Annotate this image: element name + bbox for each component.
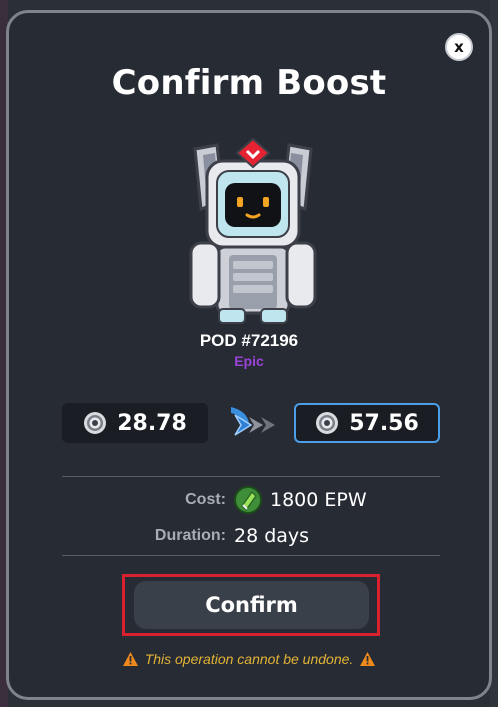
cost-value: 1800 EPW <box>270 489 367 511</box>
warning-text: This operation cannot be undone. <box>144 651 354 667</box>
warning-icon <box>122 652 138 666</box>
modal-title: Confirm Boost <box>111 63 387 103</box>
epw-token-icon <box>234 486 262 514</box>
cost-value-wrap: 1800 EPW <box>234 486 367 514</box>
gear-icon <box>316 412 339 434</box>
double-chevron-right-icon <box>231 407 275 436</box>
gear-icon <box>84 412 107 434</box>
current-stat-box: 28.78 <box>62 403 208 443</box>
divider-bottom <box>62 555 440 556</box>
divider-top <box>62 476 440 477</box>
warning-icon <box>360 652 376 666</box>
rarity-label: Epic <box>234 353 264 369</box>
pod-id-label: POD #72196 <box>199 331 299 350</box>
current-stat-value: 28.78 <box>117 410 187 436</box>
robot-pod-icon <box>189 137 317 324</box>
duration-value: 28 days <box>234 525 310 547</box>
boosted-stat-box: 57.56 <box>294 403 440 443</box>
cost-label: Cost: <box>185 491 226 508</box>
duration-label: Duration: <box>154 527 226 544</box>
boosted-stat-value: 57.56 <box>349 410 419 436</box>
close-button[interactable]: x <box>445 33 473 61</box>
warning-note: This operation cannot be undone. <box>9 651 489 667</box>
cost-row: Cost: 1800 EPW <box>62 485 440 515</box>
confirm-boost-modal: x Confirm Boost POD #72196 Epic 28.78 57… <box>6 10 492 700</box>
confirm-button[interactable]: Confirm <box>134 581 369 629</box>
duration-row: Duration: 28 days <box>62 521 440 551</box>
